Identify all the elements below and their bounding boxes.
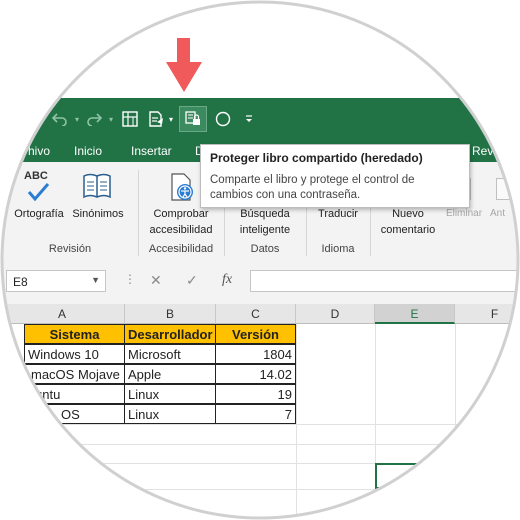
- tooltip: Proteger libro compartido (heredado) Com…: [200, 144, 470, 208]
- tab-insertar[interactable]: Insertar: [131, 144, 172, 158]
- spelling-label: Ortografía: [14, 208, 64, 220]
- tab-archivo[interactable]: hivo: [28, 144, 50, 158]
- thesaurus-button[interactable]: Sinónimos: [66, 168, 130, 226]
- delete-comment-label: Eliminar: [445, 208, 483, 219]
- column-header-e[interactable]: E: [375, 304, 455, 324]
- previous-comment-label: Ant: [490, 208, 506, 219]
- workbook-icon[interactable]: [120, 107, 140, 131]
- gridline: [0, 424, 520, 425]
- undo-icon[interactable]: [50, 107, 70, 131]
- excel-window: ▾ ▾ ▾ hivo Inicio Insertar D Rev ABC Ort…: [0, 0, 520, 520]
- undo-dropdown-icon[interactable]: ▾: [72, 107, 82, 131]
- name-box-value: E8: [13, 275, 28, 289]
- new-comment-label-2: comentario: [380, 224, 436, 236]
- cancel-icon[interactable]: ✕: [150, 272, 162, 289]
- tooltip-description: Comparte el libro y protege el control d…: [210, 174, 415, 201]
- gridline: [296, 324, 297, 520]
- tooltip-title: Proteger libro compartido (heredado): [210, 151, 423, 165]
- tab-revisar[interactable]: Rev: [472, 144, 493, 158]
- new-comment-button[interactable]: Nuevo comentario: [374, 206, 442, 242]
- translate-label: Traducir: [318, 208, 358, 220]
- gridline: [0, 489, 520, 490]
- table-header-cell[interactable]: Sistema: [24, 324, 125, 344]
- thesaurus-label: Sinónimos: [72, 208, 124, 220]
- group-idioma: Idioma: [321, 243, 355, 255]
- column-header-a[interactable]: A: [0, 304, 125, 324]
- red-arrow-icon: [166, 38, 202, 92]
- ribbon-separator: [138, 170, 139, 256]
- gridline: [0, 444, 520, 445]
- table-cell[interactable]: 1804: [215, 344, 296, 364]
- table-cell[interactable]: macOS Mojave: [24, 364, 125, 384]
- customize-icon[interactable]: [241, 107, 257, 131]
- circle-icon[interactable]: [213, 107, 233, 131]
- table-cell[interactable]: 7: [215, 404, 296, 424]
- column-header-b[interactable]: B: [125, 304, 216, 324]
- table-cell[interactable]: Windows 10: [24, 344, 125, 364]
- translate-button[interactable]: Traducir: [310, 206, 366, 226]
- form-icon[interactable]: [146, 107, 166, 131]
- selected-cell[interactable]: [375, 463, 455, 489]
- abc-label: ABC: [24, 170, 48, 182]
- table-header-cell[interactable]: Desarrollador: [124, 324, 216, 344]
- column-header-f[interactable]: F: [455, 304, 520, 324]
- insert-function-icon[interactable]: fx: [222, 272, 232, 288]
- redo-dropdown-icon[interactable]: ▾: [106, 107, 116, 131]
- column-header-c[interactable]: C: [216, 304, 296, 324]
- protect-shared-workbook-icon[interactable]: [179, 106, 207, 132]
- redo-icon[interactable]: [84, 107, 104, 131]
- checkmark-icon: [27, 183, 50, 202]
- smart-lookup-label-1: Búsqueda: [240, 208, 290, 220]
- gridline: [375, 324, 376, 520]
- smart-lookup-label-2: inteligente: [239, 224, 291, 236]
- accessibility-icon: [171, 173, 193, 201]
- table-cell[interactable]: Apple: [124, 364, 216, 384]
- table-cell[interactable]: 19: [215, 384, 296, 404]
- table-cell[interactable]: Linux: [124, 384, 216, 404]
- confirm-icon[interactable]: ✓: [186, 272, 198, 289]
- spelling-button[interactable]: ABC Ortografía: [10, 168, 68, 226]
- tab-inicio[interactable]: Inicio: [74, 144, 102, 158]
- formula-input[interactable]: [250, 270, 520, 292]
- table-cell[interactable]: Microsoft: [124, 344, 216, 364]
- column-header-d[interactable]: D: [296, 304, 375, 324]
- book-icon: [83, 173, 111, 199]
- table-cell[interactable]: Linux: [124, 404, 216, 424]
- smart-lookup-button[interactable]: Búsqueda inteligente: [228, 206, 302, 242]
- name-box-dropdown-icon[interactable]: ▼: [91, 275, 100, 285]
- group-datos: Datos: [250, 243, 280, 255]
- previous-comment-button[interactable]: Ant: [488, 176, 520, 228]
- check-accessibility-label-2: accesibilidad: [149, 224, 213, 236]
- table-cell[interactable]: OS: [24, 404, 125, 424]
- gridline: [455, 324, 456, 520]
- table-cell[interactable]: untu: [24, 384, 125, 404]
- group-accesibilidad: Accesibilidad: [148, 243, 214, 255]
- dropdown-icon[interactable]: ▾: [166, 107, 176, 131]
- new-comment-label-1: Nuevo: [392, 208, 424, 220]
- formula-bar-grip-icon: ⋮: [124, 272, 136, 286]
- table-cell[interactable]: 14.02: [215, 364, 296, 384]
- table-header-cell[interactable]: Versión: [215, 324, 296, 344]
- group-revision: Revisión: [48, 243, 92, 255]
- name-box[interactable]: E8 ▼: [6, 270, 106, 292]
- check-accessibility-label-1: Comprobar: [153, 208, 209, 220]
- previous-comment-icon: [496, 178, 512, 200]
